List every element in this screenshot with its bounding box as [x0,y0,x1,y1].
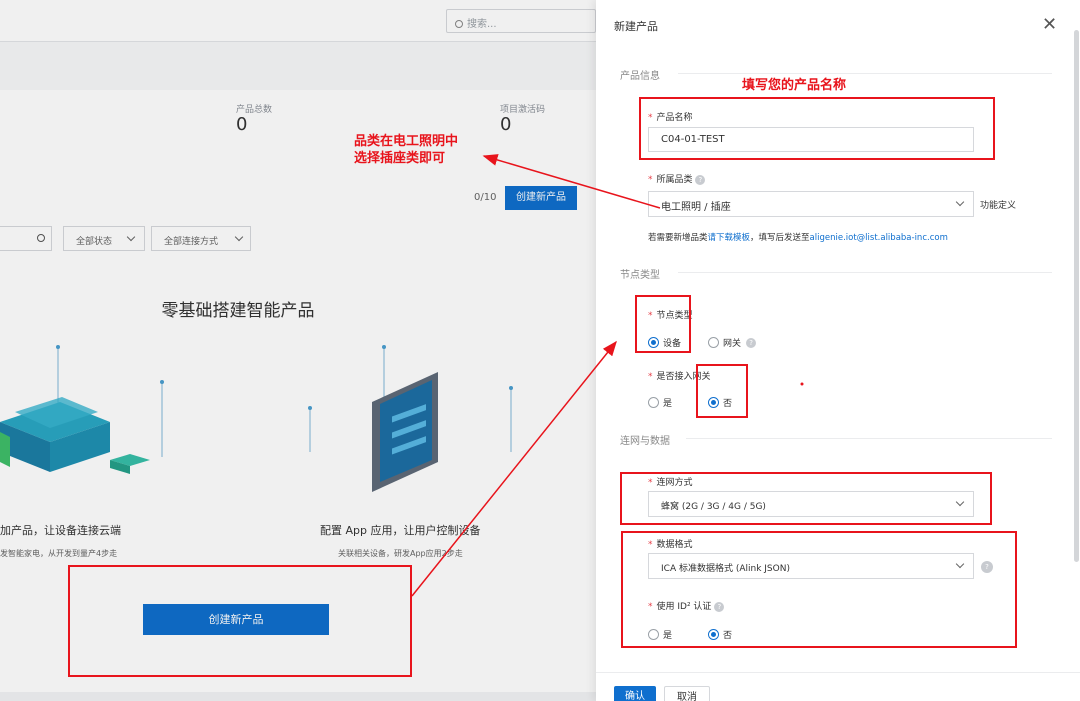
function-definition-label: 功能定义 [980,201,1017,211]
category-hint: 若需要新增品类请下载模板，填写后发送至aligenie.iot@list.ali… [648,233,948,243]
gateway-access-yes-radio[interactable]: 是 [648,392,672,411]
category-label: * 所属品类 ? [648,172,706,185]
drawer-scrollbar[interactable] [1074,30,1079,562]
annotation-box-create-button [68,565,412,677]
category-select[interactable]: 电工照明 / 插座 [648,191,974,217]
footer-divider [596,672,1080,673]
help-icon[interactable]: ? [695,174,706,185]
section-network-data: 连网与数据 [620,436,670,447]
close-icon[interactable]: ✕ [1042,16,1057,34]
annotation-box-network-method [620,472,992,525]
screen: 搜索... 产品总数 0 项目激活码 0 0/10 创建新产品 全部状态 全部连… [0,0,1080,701]
chevron-down-icon [955,197,965,207]
annotation-category-line2: 选择插座类即可 [354,151,446,166]
section-divider [678,272,1052,273]
section-node-type: 节点类型 [620,270,660,281]
annotation-box-gateway-access [696,364,748,418]
annotation-category-line1: 品类在电工照明中 [354,134,459,149]
category-value: 电工照明 / 插座 [661,202,731,213]
annotation-box-product-name [639,97,995,160]
drawer-title: 新建产品 [614,20,658,33]
cancel-button[interactable]: 取消 [664,686,710,701]
download-template-link[interactable]: 请下载模板 [708,233,751,243]
section-product-info: 产品信息 [620,71,660,82]
annotation-fill-name: 填写您的产品名称 [742,78,847,93]
email-link[interactable]: aligenie.iot@list.alibaba-inc.com [810,233,948,243]
help-icon[interactable]: ? [746,337,757,348]
section-divider [678,73,1052,74]
annotation-box-node-type [635,295,691,353]
node-type-gateway-radio[interactable]: 网关 ? [708,332,757,351]
confirm-button[interactable]: 确认 [614,686,656,701]
section-divider [686,438,1052,439]
annotation-box-data-format [621,531,1017,648]
